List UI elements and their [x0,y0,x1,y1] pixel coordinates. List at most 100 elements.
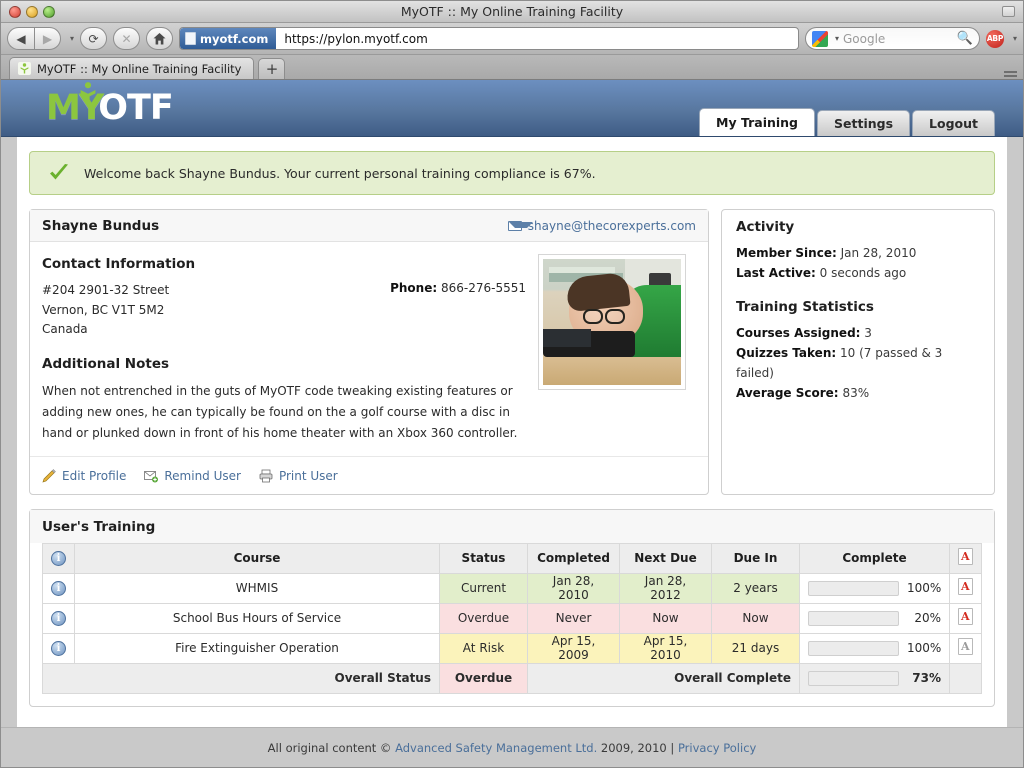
site-logo[interactable]: MY OTF [46,81,174,128]
welcome-banner: Welcome back Shayne Bundus. Your current… [29,151,995,195]
row-info-button[interactable]: i [42,632,75,664]
progress-bar: 20% [808,610,941,626]
url-text[interactable]: https://pylon.myotf.com [276,32,427,46]
home-icon [153,32,166,44]
average-score-label: Average Score: [736,386,839,400]
progress-cell: 20% [799,602,950,634]
pdf-download-button[interactable] [949,632,982,664]
remind-user-link[interactable]: Remind User [144,469,241,483]
nav-tab-settings[interactable]: Settings [817,110,911,136]
welcome-banner-text: Welcome back Shayne Bundus. Your current… [84,165,596,181]
info-icon: i [51,551,66,567]
activity-panel-body: Activity Member Since: Jan 28, 2010 Last… [722,210,994,417]
address-line-3: Canada [42,322,88,336]
pencil-icon [42,468,56,483]
new-tab-button[interactable]: + [258,58,286,79]
google-icon[interactable] [811,30,828,47]
next-due-date: Jan 28, 2012 [619,572,712,604]
activity-heading: Activity [736,219,795,235]
pdf-download-button[interactable] [949,602,982,634]
page-icon [185,32,197,45]
tab-list-menu-button[interactable] [1004,69,1017,77]
overall-progress-label: 73% [912,671,941,685]
overall-pdf-cell [949,662,982,694]
overall-progress-track [808,670,899,686]
profile-email-link[interactable]: shayne@thecorexperts.com [507,219,696,233]
footer-company-link[interactable]: Advanced Safety Management Ltd. [395,741,597,755]
row-info-button[interactable]: i [42,602,75,634]
pdf-icon [958,548,973,565]
table-header-row: i Course Status Completed Next Due Due I… [42,542,982,574]
home-button[interactable] [146,27,174,50]
col-completed: Completed [527,542,620,574]
page-viewport: MY OTF My Training Settings Logout Welco… [1,80,1023,767]
nav-tab-logout[interactable]: Logout [912,110,995,136]
menu-bar-icon [1004,71,1017,73]
favicon-myotf-icon [18,62,31,75]
pdf-download-button[interactable] [949,572,982,604]
address-bar[interactable]: myotf.com https://pylon.myotf.com [179,27,799,50]
table-row: i WHMIS Current Jan 28, 2010 Jan 28, 2012 2 y… [42,572,982,604]
course-link[interactable]: School Bus Hours of Service [74,602,440,634]
browser-tab-myotf[interactable]: MyOTF :: My Online Training Facility [9,57,255,79]
site-identity-chip[interactable]: myotf.com [180,28,277,49]
profile-photo-frame [538,254,686,390]
browser-titlebar: MyOTF :: My Online Training Facility [1,1,1023,23]
overall-status-label: Overall Status [42,662,440,694]
phone-block: Phone: 866-276-5551 [390,281,530,340]
logo-otf-text: OTF [98,87,174,128]
search-icon[interactable]: 🔍 [957,31,973,46]
due-in-value: 21 days [711,632,800,664]
window-title: MyOTF :: My Online Training Facility [400,3,624,19]
activity-panel: Activity Member Since: Jan 28, 2010 Last… [721,209,995,495]
last-active-label: Last Active: [736,266,816,280]
due-in-value: Now [711,602,800,634]
overall-progress-bar: 73% [808,670,941,686]
profile-row: Shayne Bundus shayne@thecorexperts.com C… [29,209,995,495]
nav-tab-my-training[interactable]: My Training [699,108,816,136]
collapse-toolbar-button[interactable] [1002,6,1015,17]
envelope-icon [507,221,533,231]
footer-privacy-link[interactable]: Privacy Policy [678,741,756,755]
print-user-link[interactable]: Print User [259,469,338,483]
adblock-plus-icon[interactable]: ABP [985,29,1004,48]
search-bar[interactable]: ▾ Google 🔍 [804,27,980,50]
edit-profile-label: Edit Profile [62,468,127,483]
photo-desk [543,357,681,385]
average-score-row: Average Score: 83% [736,383,980,403]
navigation-buttons: ◀ ▶ [7,27,61,50]
progress-track [808,640,899,656]
col-complete: Complete [799,542,950,574]
stop-button[interactable]: ✕ [113,27,141,50]
envelope-add-icon [144,470,159,482]
member-since-value: Jan 28, 2010 [840,246,917,260]
pdf-icon [958,608,973,625]
course-link[interactable]: Fire Extinguisher Operation [74,632,440,664]
menu-bar-icon [1004,75,1017,77]
overall-complete-bar-cell: 73% [799,662,950,694]
search-engine-chevron-down-icon[interactable]: ▾ [835,34,839,43]
back-button[interactable]: ◀ [7,27,34,50]
browser-window: MyOTF :: My Online Training Facility ◀ ▶… [0,0,1024,768]
additional-notes-heading: Additional Notes [42,355,170,372]
quizzes-taken-label: Quizzes Taken: [736,346,837,360]
adblock-chevron-down-icon[interactable]: ▾ [1013,34,1017,43]
course-link[interactable]: WHMIS [74,572,440,604]
edit-profile-link[interactable]: Edit Profile [42,469,126,483]
profile-email-text: shayne@thecorexperts.com [527,219,696,233]
profile-photo-column [538,252,696,444]
history-dropdown-icon[interactable]: ▾ [70,34,74,43]
col-course: Course [74,542,440,574]
profile-actions: Edit Profile Remind User Print User [30,455,708,494]
reload-button[interactable]: ⟳ [80,27,108,50]
footer-years: 2009, 2010 [600,740,667,755]
contact-information-heading: Contact Information [42,256,196,272]
forward-button[interactable]: ▶ [34,27,61,50]
row-info-button[interactable]: i [42,572,75,604]
average-score-value: 83% [842,386,870,400]
search-input[interactable]: Google [843,32,953,46]
completed-date: Apr 15, 2009 [527,632,620,664]
profile-panel-body: Contact Information #204 2901-32 Street … [30,242,708,444]
training-table: i Course Status Completed Next Due Due I… [42,542,982,694]
users-training-heading: User's Training [30,509,994,543]
